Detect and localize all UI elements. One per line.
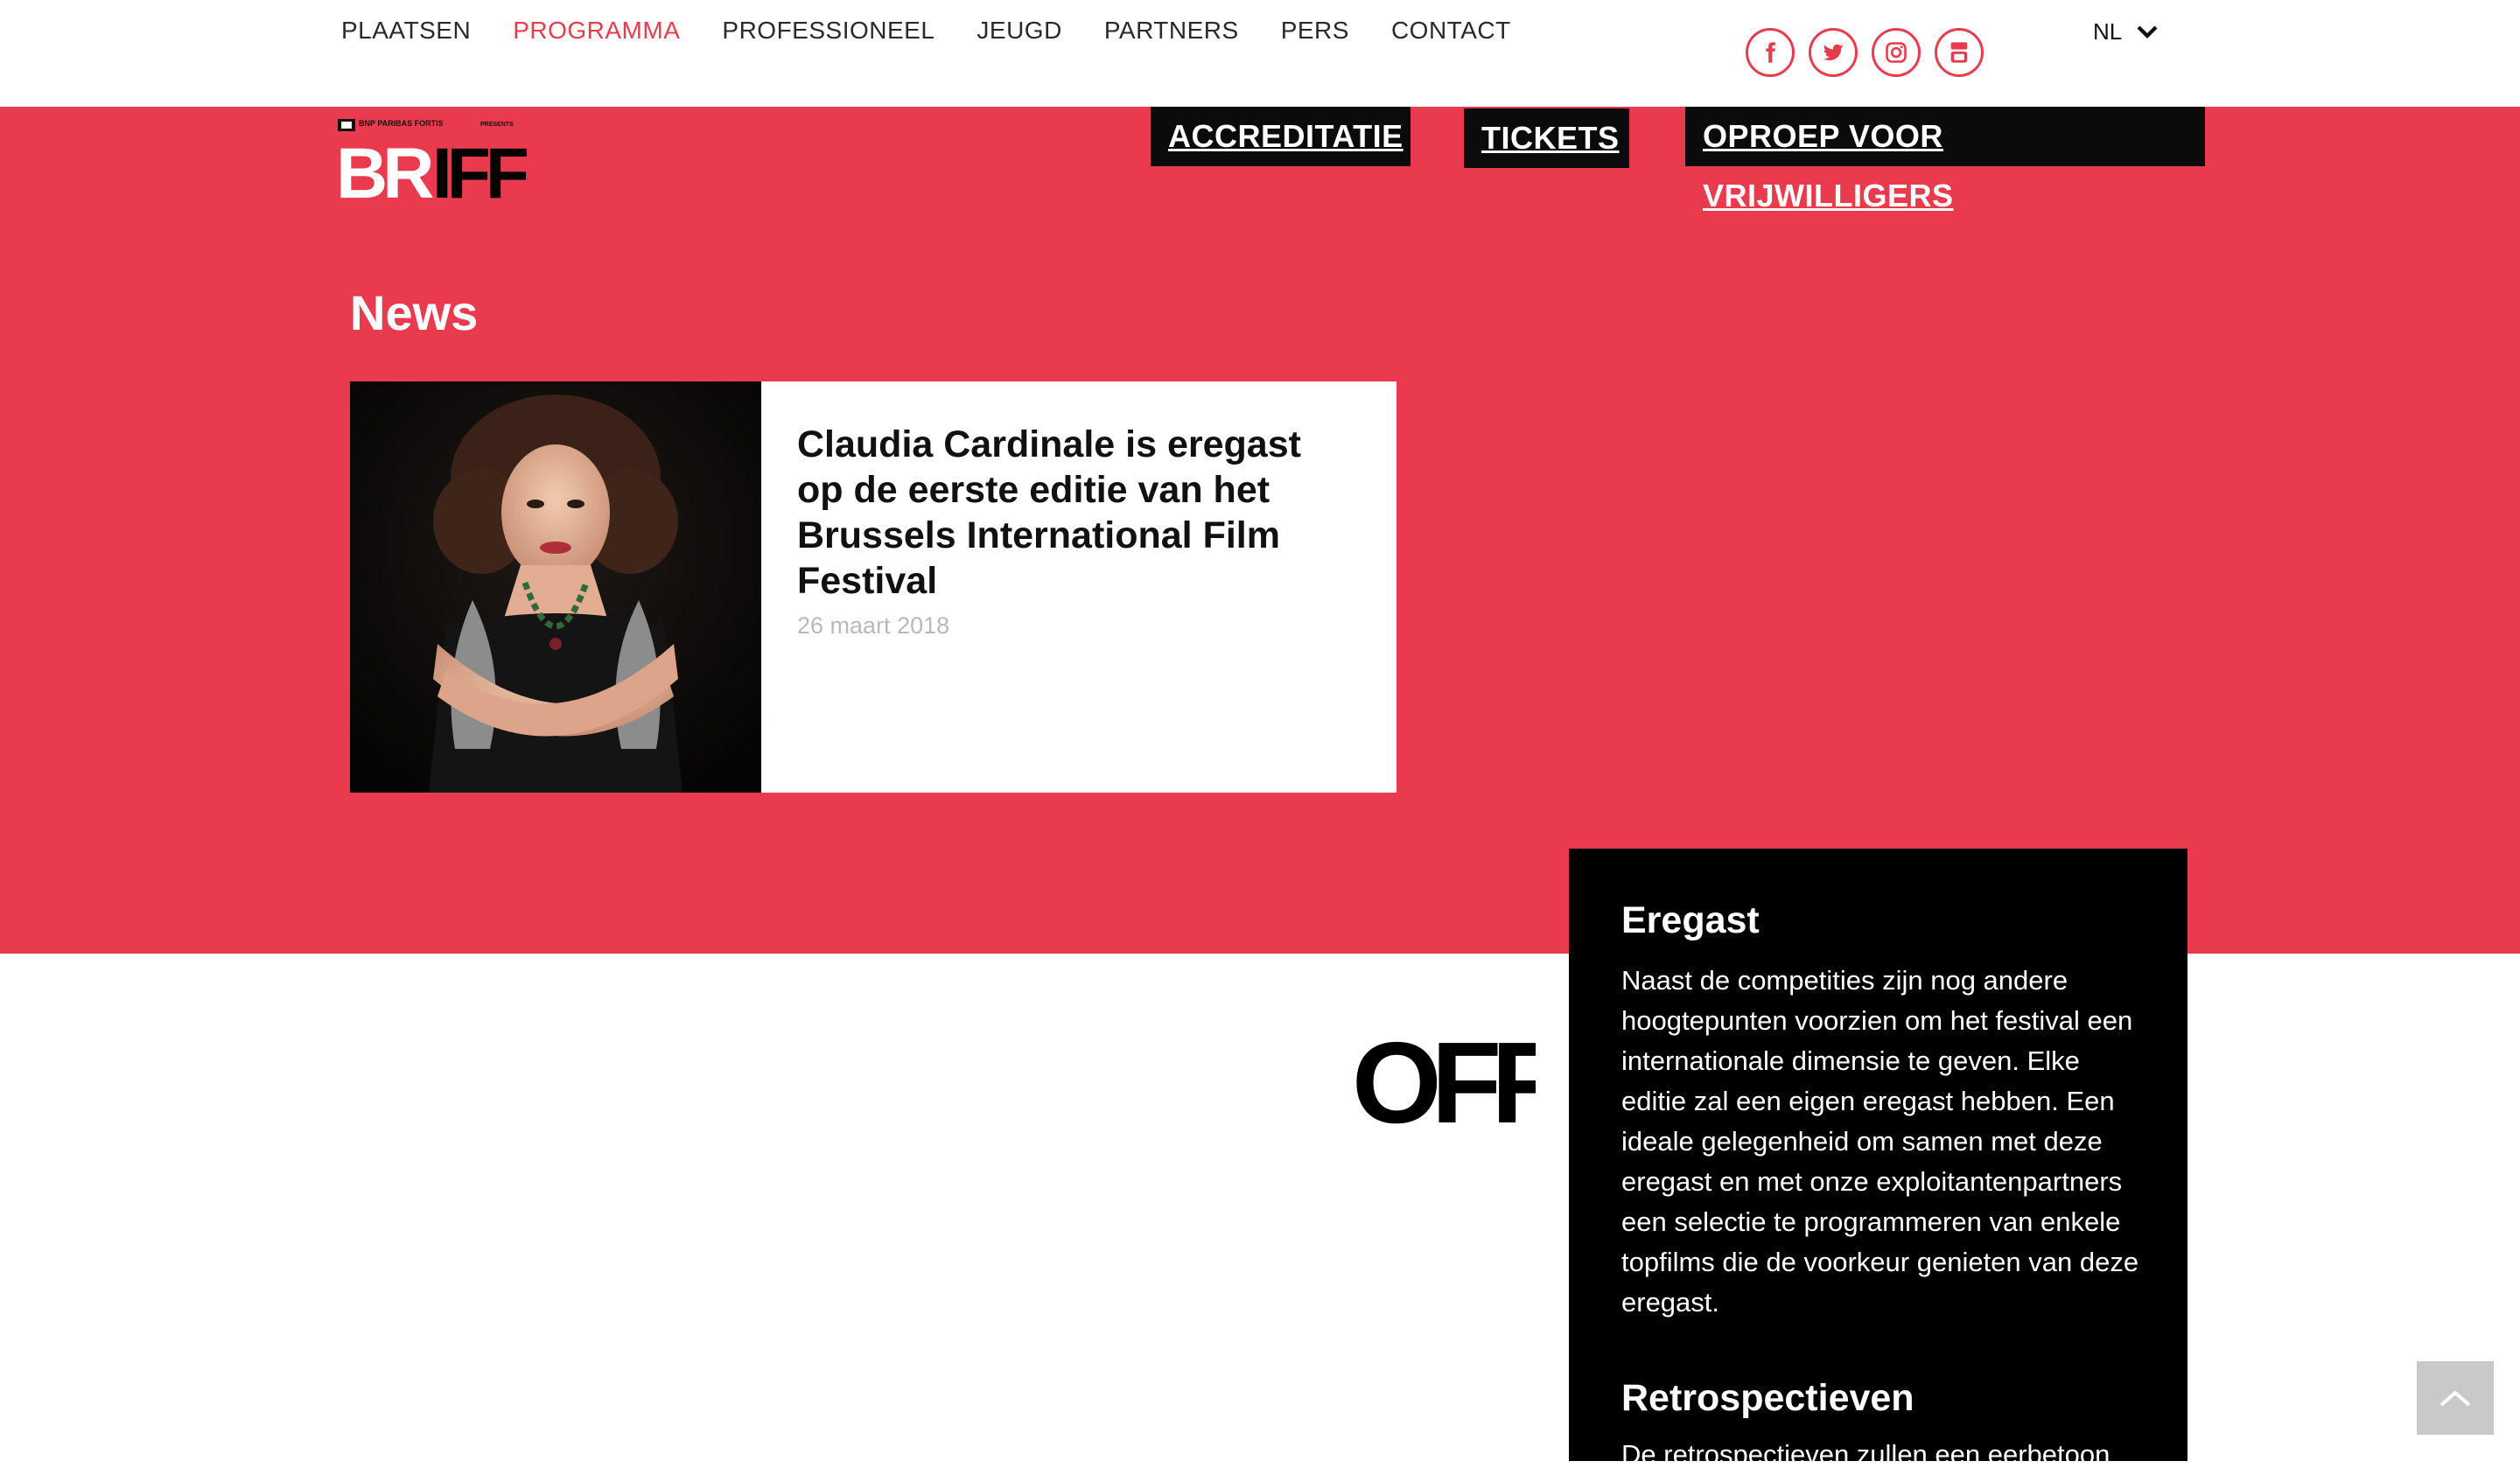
- tickets-button[interactable]: TICKETS: [1464, 108, 1629, 168]
- youtube-link[interactable]: [1935, 28, 1984, 77]
- volunteers-button[interactable]: OPROEP VOOR VRIJWILLIGERS: [1685, 107, 2205, 213]
- nav-item-professioneel[interactable]: PROFESSIONEEL: [722, 14, 934, 49]
- nav-item-contact[interactable]: CONTACT: [1391, 14, 1511, 49]
- language-selector[interactable]: NL: [2093, 16, 2160, 47]
- news-card-body: Claudia Cardinale is eregast op de eerst…: [797, 422, 1357, 640]
- accreditation-button[interactable]: ACCREDITATIE: [1151, 107, 1410, 166]
- off-logo-text: OFF: [1352, 1035, 1536, 1127]
- news-card[interactable]: Claudia Cardinale is eregast op de eerst…: [350, 381, 1396, 793]
- facebook-icon: [1766, 42, 1775, 63]
- facebook-link[interactable]: [1746, 28, 1795, 77]
- nav-item-plaatsen[interactable]: PLAATSEN: [341, 14, 471, 49]
- retrospectieven-text: De retrospectieven zullen een eerbetoon: [1621, 1439, 2110, 1470]
- nav-item-pers[interactable]: PERS: [1281, 14, 1349, 49]
- news-section-title: News: [350, 285, 479, 340]
- nav-item-partners[interactable]: PARTNERS: [1104, 14, 1239, 49]
- off-logo: OFF: [1352, 1018, 1568, 1147]
- twitter-link[interactable]: [1809, 28, 1858, 77]
- chevron-up-icon: [2440, 1390, 2471, 1407]
- youtube-icon: [1950, 42, 1968, 63]
- top-bar: PLAATSEN PROGRAMMA PROFESSIONEEL JEUGD P…: [0, 0, 2520, 107]
- news-card-date: 26 maart 2018: [797, 612, 950, 639]
- main-nav: PLAATSEN PROGRAMMA PROFESSIONEEL JEUGD P…: [341, 14, 1553, 49]
- twitter-icon: [1823, 44, 1844, 60]
- instagram-icon: [1886, 42, 1907, 63]
- info-panel: Eregast Naast de competities zijn nog an…: [1569, 849, 2188, 1470]
- briff-logo[interactable]: BNP PARIBAS FORTIS PRESENTS BR IFF: [336, 115, 546, 213]
- logo-letters-white: BR: [336, 134, 433, 203]
- briff-logo-graphic: BNP PARIBAS FORTIS PRESENTS BR IFF: [336, 119, 533, 213]
- chevron-down-icon: [2137, 25, 2158, 39]
- news-card-image: [350, 381, 761, 793]
- language-label: NL: [2093, 18, 2123, 45]
- back-to-top-button[interactable]: [2417, 1361, 2494, 1435]
- eregast-title: Eregast: [1621, 899, 1760, 941]
- nav-item-programma[interactable]: PROGRAMMA: [513, 14, 680, 49]
- social-links: [1746, 28, 1984, 77]
- presents-text: PRESENTS: [480, 122, 514, 128]
- nav-item-jeugd[interactable]: JEUGD: [976, 14, 1061, 49]
- instagram-link[interactable]: [1872, 28, 1921, 77]
- news-card-headline[interactable]: Claudia Cardinale is eregast op de eerst…: [797, 422, 1357, 604]
- sponsor-text: BNP PARIBAS FORTIS: [359, 119, 444, 128]
- eregast-text: Naast de competities zijn nog andere hoo…: [1621, 965, 2139, 1318]
- logo-letters-black: IFF: [432, 134, 528, 203]
- retrospectieven-title: Retrospectieven: [1621, 1377, 1914, 1419]
